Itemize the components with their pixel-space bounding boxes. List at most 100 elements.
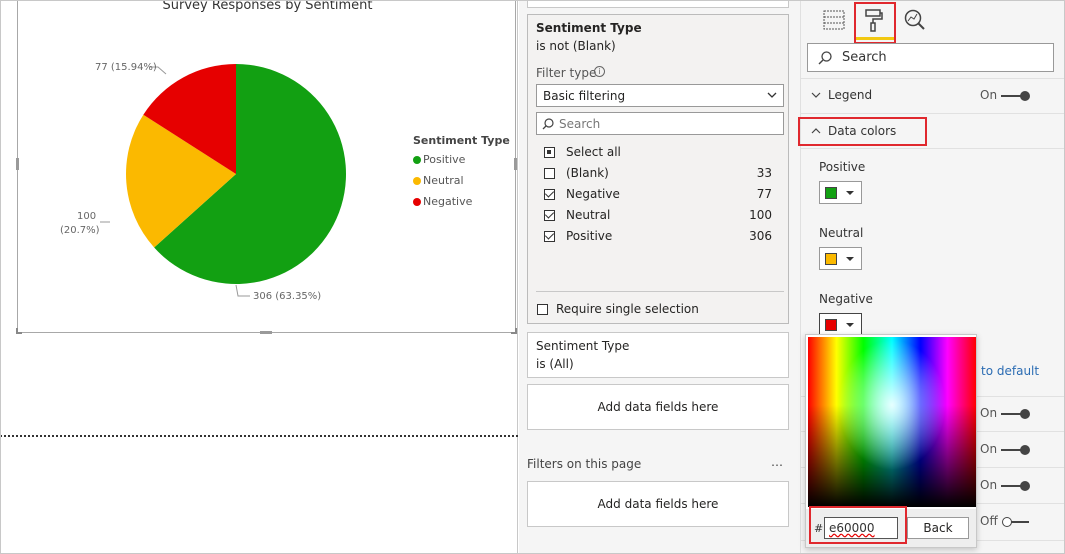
filters-pane: Sentiment Type is not (Blank) Filter typ… bbox=[519, 0, 800, 554]
legend-toggle-label: On bbox=[980, 88, 998, 102]
pie-chart-svg bbox=[100, 64, 346, 297]
filter-card-subtitle: is not (Blank) bbox=[536, 39, 616, 53]
divider bbox=[801, 113, 1065, 114]
require-single-label: Require single selection bbox=[556, 302, 699, 316]
resize-handle-left[interactable] bbox=[16, 158, 19, 170]
filter-item-count: 100 bbox=[749, 208, 772, 222]
chevron-down-icon bbox=[767, 92, 777, 98]
legend-toggle-knob[interactable] bbox=[1020, 91, 1030, 101]
data-label-positive: 306 (63.35%) bbox=[253, 291, 322, 302]
color-picker-neutral[interactable] bbox=[819, 247, 862, 270]
filter-type-value: Basic filtering bbox=[543, 89, 626, 103]
legend-item-positive[interactable]: Positive bbox=[413, 153, 465, 166]
filter-card2-title: Sentiment Type bbox=[536, 339, 630, 353]
filter-item-count: 33 bbox=[756, 166, 772, 180]
resize-corner-bottom-left[interactable] bbox=[16, 328, 22, 334]
caret-down-icon bbox=[846, 323, 854, 327]
data-colors-section-header[interactable]: Data colors bbox=[801, 119, 1065, 145]
legend-section-label: Legend bbox=[828, 88, 873, 102]
legend-item-neutral[interactable]: Neutral bbox=[413, 174, 464, 187]
filter-item-label: Positive bbox=[566, 229, 613, 243]
filter-item-checkbox[interactable] bbox=[544, 147, 555, 158]
filter-item-checkbox[interactable] bbox=[544, 210, 555, 221]
divider bbox=[801, 148, 1065, 149]
filter-card-title: Sentiment Type bbox=[536, 21, 642, 35]
filter-item-label: Neutral bbox=[566, 208, 611, 222]
toggle-1-knob[interactable] bbox=[1020, 409, 1030, 419]
resize-corner-bottom-right[interactable] bbox=[511, 328, 517, 334]
legend-section-header[interactable]: Legend On bbox=[801, 80, 1065, 112]
legend-dot-neutral bbox=[413, 176, 421, 185]
caret-down-icon bbox=[846, 257, 854, 261]
swatch-neutral bbox=[825, 253, 837, 265]
legend-dot-negative bbox=[413, 197, 421, 206]
info-icon[interactable]: i bbox=[594, 66, 605, 77]
revert-to-default-link[interactable]: to default bbox=[981, 364, 1039, 378]
add-data-fields-visual[interactable]: Add data fields here bbox=[527, 384, 789, 430]
search-icon bbox=[818, 51, 832, 65]
data-colors-label: Data colors bbox=[828, 124, 897, 138]
legend-item-negative[interactable]: Negative bbox=[413, 195, 472, 208]
filter-type-dropdown[interactable]: Basic filtering bbox=[536, 84, 784, 107]
analytics-icon[interactable] bbox=[904, 9, 926, 31]
color-label-neutral: Neutral bbox=[819, 226, 864, 240]
toggle-4-track[interactable] bbox=[1011, 521, 1029, 523]
paint-roller-icon[interactable] bbox=[864, 9, 884, 33]
toggle-2-knob[interactable] bbox=[1020, 445, 1030, 455]
color-label-positive: Positive bbox=[819, 160, 866, 174]
filter-search-input[interactable]: Search bbox=[536, 112, 784, 135]
filter-item-label: (Blank) bbox=[566, 166, 609, 180]
swatch-negative bbox=[825, 319, 837, 331]
filter-card-sentiment-type-2[interactable]: Sentiment Type is (All) bbox=[527, 332, 789, 378]
filter-item-checkbox[interactable] bbox=[544, 231, 555, 242]
fields-icon[interactable] bbox=[823, 10, 845, 30]
filters-on-page-label: Filters on this page bbox=[527, 457, 642, 471]
filter-item-count: 77 bbox=[756, 187, 772, 201]
more-options-icon[interactable]: … bbox=[771, 455, 783, 469]
color-spectrum-highlight bbox=[808, 337, 976, 507]
page-divider bbox=[0, 435, 518, 437]
pie-chart-visual[interactable]: Survey Responses by Sentiment 306 (63.35… bbox=[16, 0, 517, 334]
leader-line-positive bbox=[235, 284, 250, 297]
filter-item-checkbox[interactable] bbox=[544, 168, 555, 179]
filter-item-label: Select all bbox=[566, 145, 621, 159]
add-data-fields-page[interactable]: Add data fields here bbox=[527, 481, 789, 527]
legend-dot-positive bbox=[413, 155, 421, 164]
toggle-2-label: On bbox=[980, 442, 998, 456]
hex-input-highlight bbox=[809, 506, 907, 544]
add-data-fields-label: Add data fields here bbox=[597, 400, 719, 414]
color-label-negative: Negative bbox=[819, 292, 873, 306]
swatch-positive bbox=[825, 187, 837, 199]
search-icon bbox=[542, 118, 554, 130]
toggle-4-label: Off bbox=[980, 514, 998, 528]
data-label-neutral-value: 100 bbox=[77, 211, 97, 222]
filter-type-label: Filter type bbox=[536, 66, 597, 80]
filter-card-sentiment-type[interactable]: Sentiment Type is not (Blank) Filter typ… bbox=[527, 14, 789, 324]
toggle-3-label: On bbox=[980, 478, 998, 492]
require-single-checkbox[interactable] bbox=[537, 304, 548, 315]
format-search-placeholder: Search bbox=[842, 50, 887, 65]
data-label-negative: 77 (15.94%) bbox=[95, 62, 157, 73]
filter-item-label: Negative bbox=[566, 187, 620, 201]
color-picker-negative[interactable] bbox=[819, 313, 862, 336]
filter-card2-subtitle: is (All) bbox=[536, 357, 574, 371]
resize-handle-bottom[interactable] bbox=[260, 331, 272, 334]
back-button[interactable]: Back bbox=[907, 517, 969, 539]
legend-title: Sentiment Type bbox=[413, 134, 510, 147]
filter-item-checkbox[interactable] bbox=[544, 189, 555, 200]
filter-search-placeholder: Search bbox=[559, 117, 601, 131]
filter-card-top-stub bbox=[527, 0, 789, 8]
toggle-3-knob[interactable] bbox=[1020, 481, 1030, 491]
active-tab-indicator bbox=[856, 37, 894, 40]
filter-item-count: 306 bbox=[749, 229, 772, 243]
report-canvas: Survey Responses by Sentiment 306 (63.35… bbox=[0, 0, 518, 554]
divider bbox=[801, 78, 1065, 79]
add-data-fields-page-label: Add data fields here bbox=[597, 497, 719, 511]
toggle-4-knob[interactable] bbox=[1002, 517, 1012, 527]
caret-down-icon bbox=[846, 191, 854, 195]
color-picker-positive[interactable] bbox=[819, 181, 862, 204]
format-search-input[interactable]: Search bbox=[807, 43, 1054, 72]
toggle-1-label: On bbox=[980, 406, 998, 420]
data-label-neutral-pct: (20.7%) bbox=[60, 225, 100, 236]
resize-handle-right[interactable] bbox=[514, 158, 517, 170]
